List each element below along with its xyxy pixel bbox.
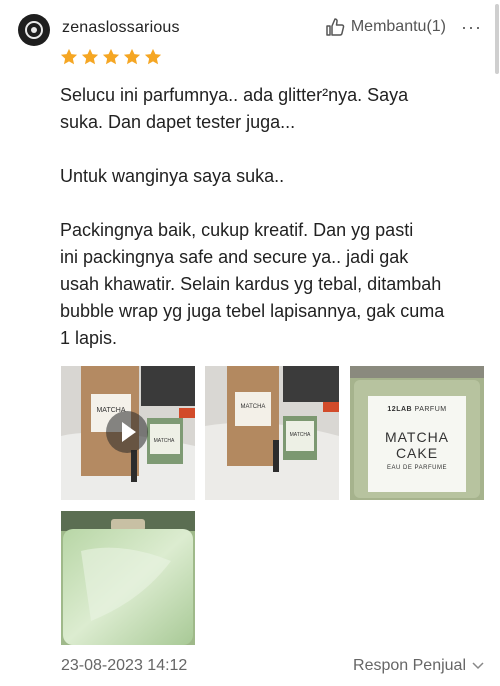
product-name-line2: CAKE — [395, 445, 439, 461]
rating-stars — [60, 48, 162, 66]
review-text: Selucu ini parfumnya.. ada glitter²nya. … — [60, 82, 485, 352]
parfum-bottle-green-photo — [61, 511, 195, 645]
brand-small: 12LAB — [387, 406, 413, 413]
scrollbar[interactable] — [495, 4, 499, 74]
svg-text:MATCHA: MATCHA — [241, 404, 266, 410]
more-options-icon[interactable]: ··· — [461, 17, 482, 38]
review-line: usah khawatir. Selain kardus yg tebal, d… — [60, 274, 442, 294]
star-icon — [144, 48, 162, 65]
review-line: ini packingnya safe and secure ya.. jadi… — [60, 247, 409, 267]
review-date: 23-08-2023 14:12 — [61, 657, 188, 674]
svg-text:MATCHA: MATCHA — [290, 432, 311, 438]
play-icon[interactable] — [106, 411, 148, 453]
seller-response-label: Respon Penjual — [353, 657, 466, 674]
star-icon — [102, 48, 120, 65]
brand-product: PARFUM — [414, 406, 447, 413]
star-icon — [81, 48, 99, 65]
review-photo-thumbnail[interactable]: MATCHA MATCHA — [205, 366, 339, 500]
review-line: Untuk wanginya saya suka.. — [60, 166, 285, 186]
star-icon — [123, 48, 141, 65]
thumbs-up-icon — [325, 17, 345, 37]
review-video-thumbnail[interactable]: MATCHA MATCHA — [61, 366, 195, 500]
review-line: 1 lapis. — [60, 328, 118, 348]
review-header: zenaslossarious Membantu(1) ··· — [18, 14, 482, 48]
review-photo-thumbnail[interactable] — [61, 511, 195, 645]
product-type: EAU DE PARFUME — [387, 465, 447, 471]
parfum-box-photo: MATCHA MATCHA — [205, 366, 339, 500]
star-icon — [60, 48, 78, 65]
product-name-line1: MATCHA — [384, 429, 450, 445]
username[interactable]: zenaslossarious — [62, 19, 180, 37]
seller-response-button[interactable]: Respon Penjual — [353, 657, 484, 675]
chevron-down-icon — [472, 657, 484, 675]
review-line: Selucu ini parfumnya.. ada glitter²nya. … — [60, 85, 409, 105]
avatar-logo-dot — [31, 27, 37, 33]
helpful-count-label: Membantu(1) — [350, 18, 446, 35]
review-line: bubble wrap yg juga tebel lapisannya, ga… — [60, 301, 445, 321]
avatar[interactable] — [18, 14, 50, 46]
review-line: Packingnya baik, cukup kreatif. Dan yg p… — [60, 220, 414, 240]
review-photo-thumbnail[interactable]: 12LAB PARFUM MATCHA CAKE EAU DE PARFUME — [350, 366, 484, 500]
svg-text:MATCHA: MATCHA — [154, 438, 175, 444]
review-line: suka. Dan dapet tester juga... — [60, 112, 296, 132]
bottle-label: 12LAB PARFUM MATCHA CAKE EAU DE PARFUME — [368, 406, 466, 471]
helpful-button[interactable]: Membantu(1) — [325, 17, 446, 37]
